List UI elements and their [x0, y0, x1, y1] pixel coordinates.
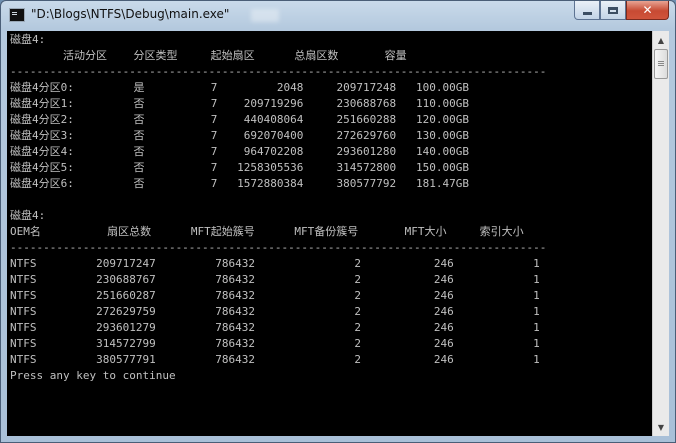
close-icon: ✕ — [642, 3, 653, 17]
console-line: 磁盘4: — [10, 33, 46, 46]
console-text: 磁盘4: 活动分区 分区类型 起始扇区 总扇区数 容量 -------------… — [7, 31, 652, 384]
console-line: 磁盘4分区4: 否 7 964702208 293601280 140.00GB — [10, 145, 469, 158]
console-line: 磁盘4: — [10, 209, 46, 222]
blurred-region — [251, 9, 279, 22]
console-line: NTFS 314572799 786432 2 246 1 — [10, 337, 540, 350]
console-line: 磁盘4分区6: 否 7 1572880384 380577792 181.47G… — [10, 177, 469, 190]
scroll-down-arrow-icon: ▼ — [657, 422, 665, 432]
console-line: 磁盘4分区5: 否 7 1258305536 314572800 150.00G… — [10, 161, 469, 174]
window-title: "D:\Blogs\NTFS\Debug\main.exe" — [31, 7, 230, 21]
console-line: NTFS 272629759 786432 2 246 1 — [10, 305, 540, 318]
console-output-area[interactable]: 磁盘4: 活动分区 分区类型 起始扇区 总扇区数 容量 -------------… — [7, 31, 652, 436]
console-line: ----------------------------------------… — [10, 241, 547, 254]
caption-buttons: ✕ — [574, 1, 669, 21]
minimize-button[interactable] — [574, 1, 600, 20]
console-line: 活动分区 分区类型 起始扇区 总扇区数 容量 — [10, 49, 407, 62]
maximize-button[interactable] — [600, 1, 626, 20]
console-line: NTFS 380577791 786432 2 246 1 — [10, 353, 540, 366]
close-button[interactable]: ✕ — [626, 1, 669, 20]
maximize-icon — [608, 6, 618, 14]
vertical-scrollbar[interactable]: ▲ ▼ — [652, 31, 669, 436]
console-line: 磁盘4分区0: 是 7 2048 209717248 100.00GB — [10, 81, 469, 94]
console-window: "D:\Blogs\NTFS\Debug\main.exe" ✕ 磁盘4: 活动… — [0, 0, 676, 443]
minimize-icon — [582, 11, 592, 15]
scroll-down-button[interactable]: ▼ — [653, 419, 669, 435]
console-line: Press any key to continue — [10, 369, 176, 382]
scrollbar-thumb[interactable] — [654, 49, 668, 79]
title-bar[interactable]: "D:\Blogs\NTFS\Debug\main.exe" ✕ — [1, 1, 675, 31]
console-line: NTFS 293601279 786432 2 246 1 — [10, 321, 540, 334]
console-line: NTFS 230688767 786432 2 246 1 — [10, 273, 540, 286]
console-app-icon[interactable] — [9, 8, 25, 22]
console-line: ----------------------------------------… — [10, 65, 547, 78]
console-line: 磁盘4分区2: 否 7 440408064 251660288 120.00GB — [10, 113, 469, 126]
console-line: 磁盘4分区1: 否 7 209719296 230688768 110.00GB — [10, 97, 469, 110]
console-line: OEM名 扇区总数 MFT起始簇号 MFT备份簇号 MFT大小 索引大小 — [10, 225, 524, 238]
scroll-up-arrow-icon: ▲ — [657, 35, 665, 45]
scroll-up-button[interactable]: ▲ — [653, 32, 669, 48]
console-line: NTFS 209717247 786432 2 246 1 — [10, 257, 540, 270]
console-line: NTFS 251660287 786432 2 246 1 — [10, 289, 540, 302]
console-line: 磁盘4分区3: 否 7 692070400 272629760 130.00GB — [10, 129, 469, 142]
